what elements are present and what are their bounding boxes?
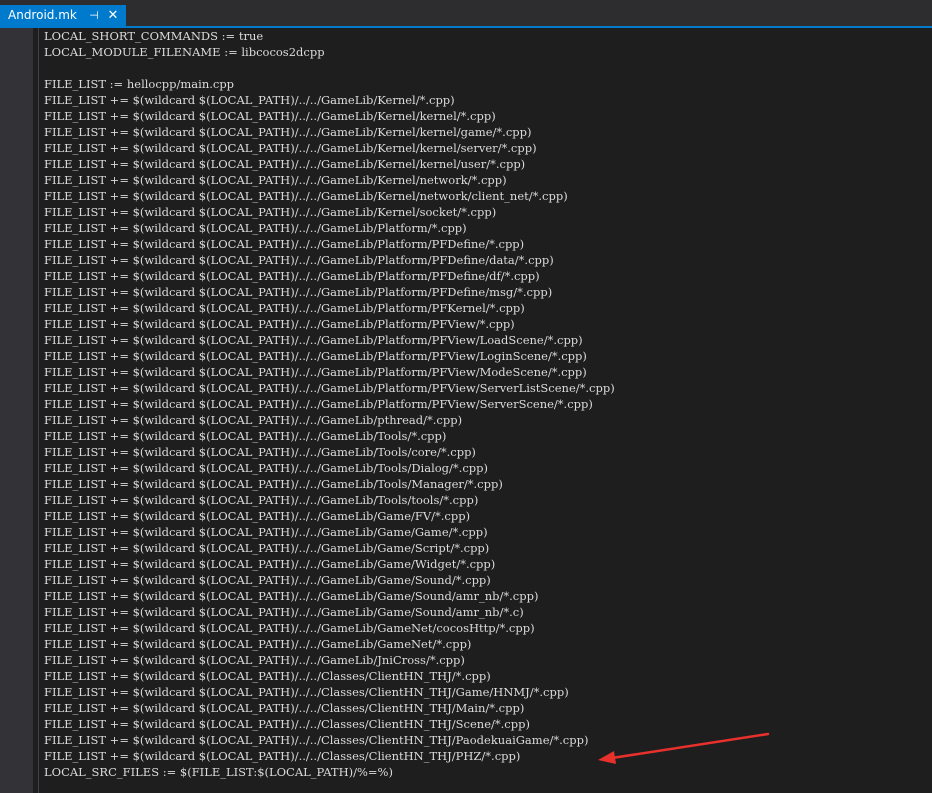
code-line[interactable]: FILE_LIST += $(wildcard $(LOCAL_PATH)/..… bbox=[44, 364, 615, 380]
code-line[interactable]: FILE_LIST += $(wildcard $(LOCAL_PATH)/..… bbox=[44, 684, 615, 700]
editor-window: Android.mk ⊣ ✕ LOCAL_SHORT_COMMANDS := t… bbox=[0, 0, 932, 793]
code-line[interactable]: FILE_LIST += $(wildcard $(LOCAL_PATH)/..… bbox=[44, 668, 615, 684]
outlining-margin bbox=[38, 28, 39, 793]
code-line[interactable]: FILE_LIST += $(wildcard $(LOCAL_PATH)/..… bbox=[44, 588, 615, 604]
code-line[interactable]: FILE_LIST += $(wildcard $(LOCAL_PATH)/..… bbox=[44, 636, 615, 652]
code-line[interactable] bbox=[44, 60, 615, 76]
code-line[interactable]: FILE_LIST += $(wildcard $(LOCAL_PATH)/..… bbox=[44, 492, 615, 508]
code-line[interactable]: FILE_LIST += $(wildcard $(LOCAL_PATH)/..… bbox=[44, 332, 615, 348]
pin-icon[interactable]: ⊣ bbox=[88, 5, 100, 26]
code-line[interactable]: FILE_LIST += $(wildcard $(LOCAL_PATH)/..… bbox=[44, 556, 615, 572]
code-line[interactable]: FILE_LIST += $(wildcard $(LOCAL_PATH)/..… bbox=[44, 236, 615, 252]
code-line[interactable]: FILE_LIST += $(wildcard $(LOCAL_PATH)/..… bbox=[44, 716, 615, 732]
code-line[interactable]: FILE_LIST += $(wildcard $(LOCAL_PATH)/..… bbox=[44, 204, 615, 220]
close-icon[interactable]: ✕ bbox=[106, 5, 120, 26]
code-line[interactable]: FILE_LIST += $(wildcard $(LOCAL_PATH)/..… bbox=[44, 620, 615, 636]
code-line[interactable]: FILE_LIST += $(wildcard $(LOCAL_PATH)/..… bbox=[44, 444, 615, 460]
indicator-margin bbox=[0, 28, 33, 793]
code-line[interactable]: FILE_LIST += $(wildcard $(LOCAL_PATH)/..… bbox=[44, 140, 615, 156]
code-line[interactable]: FILE_LIST += $(wildcard $(LOCAL_PATH)/..… bbox=[44, 412, 615, 428]
code-text-area[interactable]: LOCAL_SHORT_COMMANDS := true LOCAL_MODULE… bbox=[44, 28, 615, 780]
code-line[interactable]: FILE_LIST += $(wildcard $(LOCAL_PATH)/..… bbox=[44, 284, 615, 300]
code-line[interactable]: FILE_LIST += $(wildcard $(LOCAL_PATH)/..… bbox=[44, 572, 615, 588]
code-editor[interactable]: LOCAL_SHORT_COMMANDS := true LOCAL_MODULE… bbox=[0, 28, 932, 793]
code-line[interactable]: FILE_LIST += $(wildcard $(LOCAL_PATH)/..… bbox=[44, 268, 615, 284]
code-line[interactable]: FILE_LIST += $(wildcard $(LOCAL_PATH)/..… bbox=[44, 380, 615, 396]
code-line[interactable]: FILE_LIST += $(wildcard $(LOCAL_PATH)/..… bbox=[44, 300, 615, 316]
code-line[interactable]: FILE_LIST += $(wildcard $(LOCAL_PATH)/..… bbox=[44, 476, 615, 492]
code-line[interactable]: FILE_LIST += $(wildcard $(LOCAL_PATH)/..… bbox=[44, 92, 615, 108]
code-line[interactable]: FILE_LIST += $(wildcard $(LOCAL_PATH)/..… bbox=[44, 220, 615, 236]
code-line[interactable]: FILE_LIST += $(wildcard $(LOCAL_PATH)/..… bbox=[44, 188, 615, 204]
document-tab-strip: Android.mk ⊣ ✕ bbox=[0, 0, 932, 26]
code-line[interactable]: FILE_LIST += $(wildcard $(LOCAL_PATH)/..… bbox=[44, 700, 615, 716]
code-line[interactable]: LOCAL_MODULE_FILENAME := libcocos2dcpp bbox=[44, 44, 615, 60]
code-line[interactable]: FILE_LIST += $(wildcard $(LOCAL_PATH)/..… bbox=[44, 508, 615, 524]
code-line[interactable]: FILE_LIST += $(wildcard $(LOCAL_PATH)/..… bbox=[44, 348, 615, 364]
code-line[interactable]: FILE_LIST += $(wildcard $(LOCAL_PATH)/..… bbox=[44, 428, 615, 444]
code-line[interactable]: LOCAL_SHORT_COMMANDS := true bbox=[44, 28, 615, 44]
code-line[interactable]: FILE_LIST += $(wildcard $(LOCAL_PATH)/..… bbox=[44, 652, 615, 668]
code-line[interactable]: FILE_LIST += $(wildcard $(LOCAL_PATH)/..… bbox=[44, 460, 615, 476]
code-line[interactable]: FILE_LIST += $(wildcard $(LOCAL_PATH)/..… bbox=[44, 748, 615, 764]
code-line[interactable]: FILE_LIST += $(wildcard $(LOCAL_PATH)/..… bbox=[44, 524, 615, 540]
code-line[interactable]: FILE_LIST := hellocpp/main.cpp bbox=[44, 76, 615, 92]
code-line[interactable]: FILE_LIST += $(wildcard $(LOCAL_PATH)/..… bbox=[44, 156, 615, 172]
code-line[interactable]: FILE_LIST += $(wildcard $(LOCAL_PATH)/..… bbox=[44, 252, 615, 268]
code-line[interactable]: FILE_LIST += $(wildcard $(LOCAL_PATH)/..… bbox=[44, 396, 615, 412]
code-line[interactable]: FILE_LIST += $(wildcard $(LOCAL_PATH)/..… bbox=[44, 316, 615, 332]
code-line[interactable]: FILE_LIST += $(wildcard $(LOCAL_PATH)/..… bbox=[44, 108, 615, 124]
tab-title: Android.mk bbox=[8, 8, 77, 22]
code-line[interactable]: FILE_LIST += $(wildcard $(LOCAL_PATH)/..… bbox=[44, 124, 615, 140]
code-line[interactable]: FILE_LIST += $(wildcard $(LOCAL_PATH)/..… bbox=[44, 540, 615, 556]
code-line[interactable]: FILE_LIST += $(wildcard $(LOCAL_PATH)/..… bbox=[44, 172, 615, 188]
code-line[interactable]: LOCAL_SRC_FILES := $(FILE_LIST:$(LOCAL_P… bbox=[44, 764, 615, 780]
code-line[interactable]: FILE_LIST += $(wildcard $(LOCAL_PATH)/..… bbox=[44, 604, 615, 620]
tab-android-mk[interactable]: Android.mk ⊣ ✕ bbox=[0, 5, 126, 26]
code-line[interactable]: FILE_LIST += $(wildcard $(LOCAL_PATH)/..… bbox=[44, 732, 615, 748]
